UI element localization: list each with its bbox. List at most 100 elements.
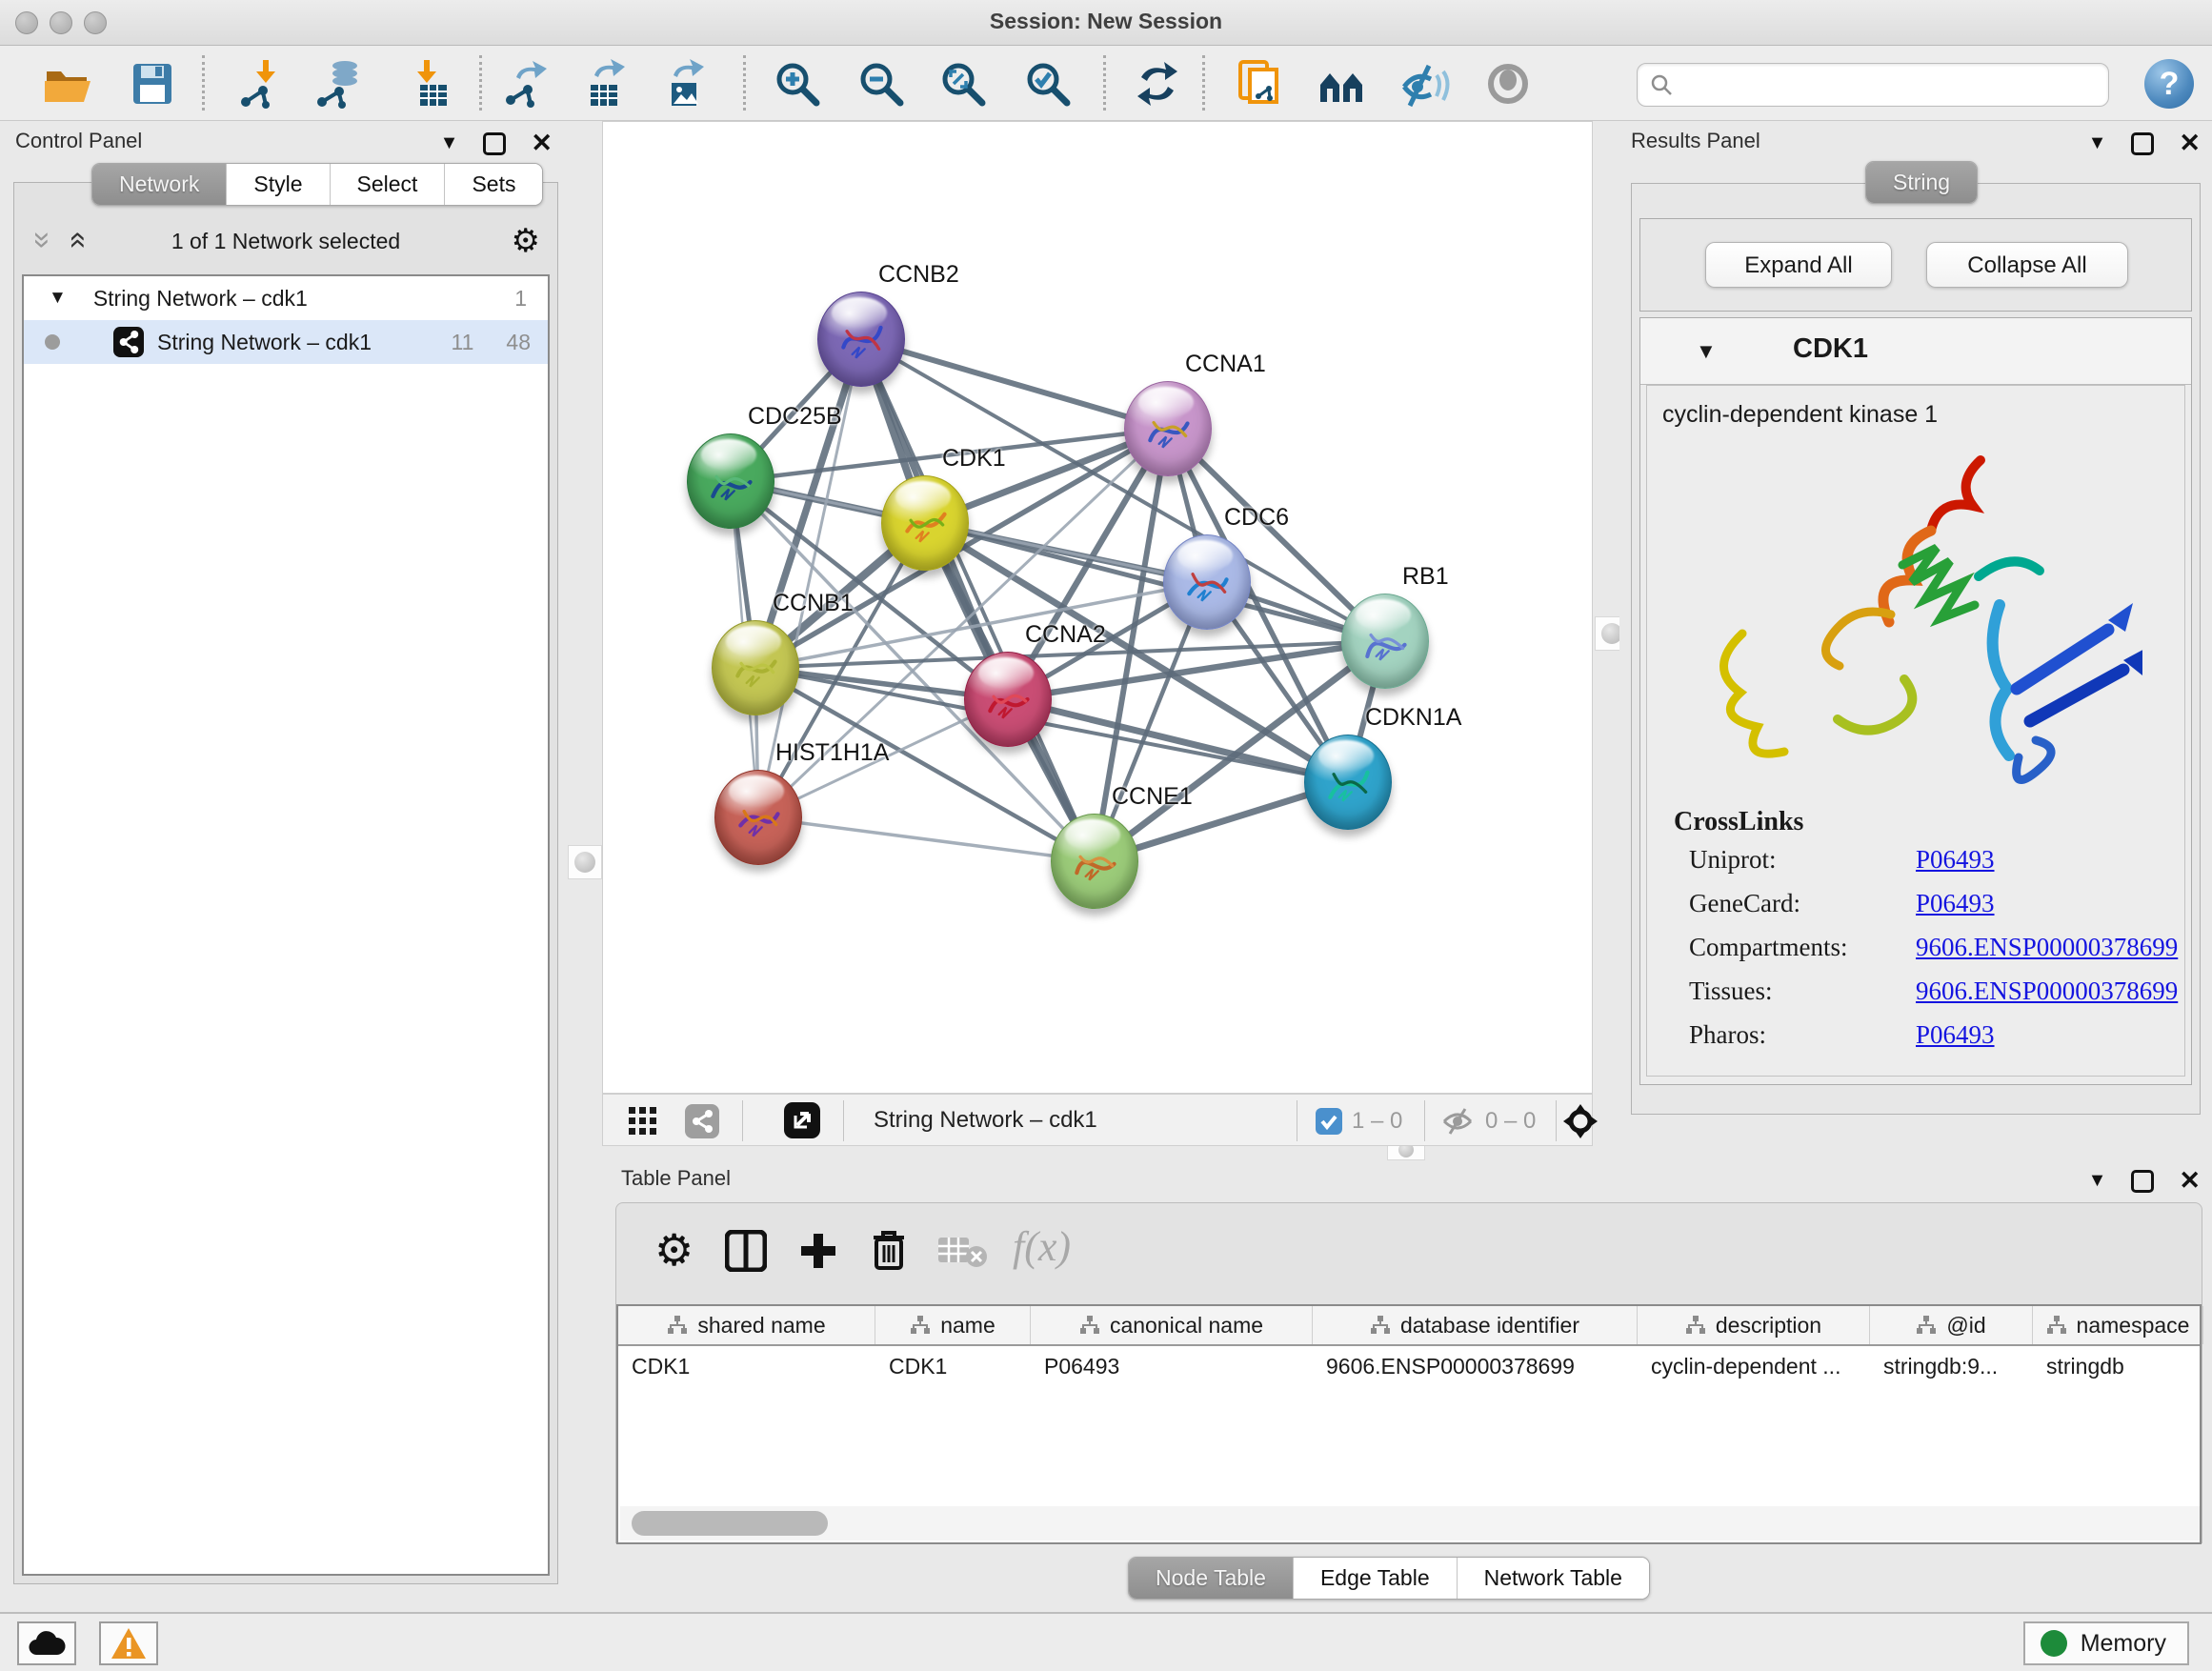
hide-selected-button[interactable] bbox=[1398, 58, 1450, 110]
network-node-hist1h1a[interactable] bbox=[714, 770, 802, 865]
statusbar-separator bbox=[1556, 1100, 1557, 1141]
zoom-fit-button[interactable] bbox=[937, 58, 989, 110]
search-input[interactable] bbox=[1683, 67, 2093, 103]
selected-checkbox-icon[interactable] bbox=[1316, 1108, 1342, 1135]
expand-all-button[interactable]: Expand All bbox=[1705, 242, 1892, 288]
column-header-database-identifier[interactable]: database identifier bbox=[1313, 1306, 1638, 1344]
collapse-panel-icon[interactable]: ▼ bbox=[2088, 132, 2107, 154]
warning-status-button[interactable] bbox=[99, 1621, 158, 1665]
network-node-ccne1[interactable] bbox=[1051, 814, 1138, 909]
apply-layout-button[interactable] bbox=[1132, 58, 1183, 110]
zoom-selected-button[interactable] bbox=[1022, 58, 1074, 110]
tab-node-table[interactable]: Node Table bbox=[1129, 1558, 1294, 1599]
cloud-status-button[interactable] bbox=[17, 1621, 76, 1665]
collapse-panel-icon[interactable]: ▼ bbox=[440, 132, 459, 154]
network-canvas[interactable]: CCNB2 CCNA1 CDC25B CDK1 CDC6 RB1 bbox=[602, 121, 1593, 1094]
network-options-gear-icon[interactable]: ⚙ bbox=[512, 225, 540, 257]
network-edge[interactable] bbox=[861, 339, 1095, 861]
help-button[interactable]: ? bbox=[2144, 59, 2194, 109]
close-panel-icon[interactable]: ✕ bbox=[531, 129, 553, 158]
table-cell[interactable]: CDK1 bbox=[875, 1346, 1031, 1386]
scrollbar-thumb[interactable] bbox=[632, 1511, 828, 1536]
crosslinks-heading: CrossLinks bbox=[1674, 807, 1803, 837]
network-node-ccnb1[interactable] bbox=[712, 620, 799, 715]
tab-style[interactable]: Style bbox=[227, 164, 330, 205]
network-edge[interactable] bbox=[758, 817, 1095, 861]
table-cell[interactable]: stringdb:9... bbox=[1870, 1346, 2033, 1386]
network-node-rb1[interactable] bbox=[1341, 594, 1429, 689]
collapse-panel-icon[interactable]: ▼ bbox=[2088, 1170, 2107, 1192]
table-cell[interactable]: cyclin-dependent ... bbox=[1638, 1346, 1870, 1386]
control-panel-title: Control Panel bbox=[15, 129, 142, 153]
zoom-out-button[interactable] bbox=[855, 58, 907, 110]
network-node-cdc6[interactable] bbox=[1163, 534, 1251, 630]
network-selected-status: 1 of 1 Network selected bbox=[14, 229, 557, 254]
network-node-ccna1[interactable] bbox=[1124, 381, 1212, 476]
export-network-button[interactable] bbox=[499, 58, 551, 110]
table-cell[interactable]: 9606.ENSP00000378699 bbox=[1313, 1346, 1638, 1386]
expand-collapse-triangle[interactable]: ▼ bbox=[49, 288, 67, 309]
network-node-ccna2[interactable] bbox=[964, 652, 1052, 747]
clone-network-button[interactable] bbox=[1235, 58, 1286, 110]
zoom-in-button[interactable] bbox=[772, 58, 823, 110]
tab-network[interactable]: Network bbox=[92, 164, 227, 205]
column-header--id[interactable]: @id bbox=[1870, 1306, 2033, 1344]
column-header-namespace[interactable]: namespace bbox=[2033, 1306, 2203, 1344]
network-node-ccnb2[interactable] bbox=[817, 292, 905, 387]
crosslink-value-link[interactable]: P06493 bbox=[1916, 889, 1995, 917]
tab-string[interactable]: String bbox=[1866, 162, 1977, 203]
table-cell[interactable]: stringdb bbox=[2033, 1346, 2203, 1386]
memory-button[interactable]: Memory bbox=[2023, 1621, 2189, 1665]
birds-eye-toggle-icon[interactable] bbox=[1563, 1104, 1598, 1138]
column-header-description[interactable]: description bbox=[1638, 1306, 1870, 1344]
import-table-file-button[interactable] bbox=[401, 58, 452, 110]
crosslink-value-link[interactable]: 9606.ENSP00000378699 bbox=[1916, 933, 2178, 961]
network-list-header: » « 1 of 1 Network selected ⚙ bbox=[14, 217, 557, 267]
tab-sets[interactable]: Sets bbox=[445, 164, 542, 205]
close-panel-icon[interactable]: ✕ bbox=[2179, 129, 2201, 158]
network-edge[interactable] bbox=[861, 339, 1168, 429]
collapse-entry-icon[interactable]: ▼ bbox=[1696, 339, 1717, 364]
split-panel-icon[interactable] bbox=[725, 1230, 767, 1272]
column-header-shared-name[interactable]: shared name bbox=[618, 1306, 875, 1344]
delete-column-icon[interactable] bbox=[868, 1228, 910, 1272]
table-row[interactable]: CDK1CDK1P064939606.ENSP00000378699cyclin… bbox=[618, 1346, 2200, 1386]
save-session-button[interactable] bbox=[127, 58, 178, 110]
import-network-database-button[interactable] bbox=[312, 58, 364, 110]
cdk1-entry-header[interactable]: ▼ CDK1 bbox=[1640, 318, 2191, 385]
column-header-canonical-name[interactable]: canonical name bbox=[1031, 1306, 1313, 1344]
float-panel-icon[interactable] bbox=[2131, 1170, 2154, 1193]
tab-network-table[interactable]: Network Table bbox=[1458, 1558, 1649, 1599]
show-all-button[interactable] bbox=[1482, 58, 1534, 110]
tab-select[interactable]: Select bbox=[331, 164, 446, 205]
network-node-cdkn1a[interactable] bbox=[1304, 735, 1392, 830]
network-tree-row[interactable]: String Network – cdk1 11 48 bbox=[24, 320, 548, 364]
create-column-icon[interactable] bbox=[797, 1230, 839, 1272]
network-overview-button[interactable] bbox=[1317, 58, 1368, 110]
export-table-button[interactable] bbox=[579, 58, 631, 110]
tab-edge-table[interactable]: Edge Table bbox=[1294, 1558, 1458, 1599]
close-panel-icon[interactable]: ✕ bbox=[2179, 1166, 2201, 1196]
crosslink-value-link[interactable]: P06493 bbox=[1916, 1020, 1995, 1049]
float-panel-icon[interactable] bbox=[2131, 132, 2154, 155]
detach-view-icon[interactable] bbox=[784, 1102, 820, 1138]
network-view-icon[interactable] bbox=[685, 1104, 719, 1138]
column-header-name[interactable]: name bbox=[875, 1306, 1031, 1344]
table-cell[interactable]: CDK1 bbox=[618, 1346, 875, 1386]
float-panel-icon[interactable] bbox=[483, 132, 506, 155]
table-horizontal-scrollbar[interactable] bbox=[620, 1506, 2200, 1540]
table-options-gear-icon[interactable]: ⚙ bbox=[654, 1228, 694, 1272]
crosslink-value-link[interactable]: 9606.ENSP00000378699 bbox=[1916, 976, 2178, 1005]
network-tree-row[interactable]: ▼ String Network – cdk1 1 bbox=[24, 276, 548, 320]
network-node-cdk1[interactable] bbox=[881, 475, 969, 571]
collapse-all-button[interactable]: Collapse All bbox=[1926, 242, 2128, 288]
export-image-button[interactable] bbox=[658, 58, 710, 110]
left-splitter-handle[interactable] bbox=[568, 845, 602, 879]
network-node-cdc25b[interactable] bbox=[687, 433, 774, 529]
open-session-button[interactable] bbox=[42, 58, 93, 110]
crosslink-value-link[interactable]: P06493 bbox=[1916, 845, 1995, 874]
column-header-label: canonical name bbox=[1110, 1313, 1263, 1339]
table-cell[interactable]: P06493 bbox=[1031, 1346, 1313, 1386]
grid-view-icon[interactable] bbox=[628, 1106, 658, 1137]
import-network-file-button[interactable] bbox=[234, 58, 286, 110]
